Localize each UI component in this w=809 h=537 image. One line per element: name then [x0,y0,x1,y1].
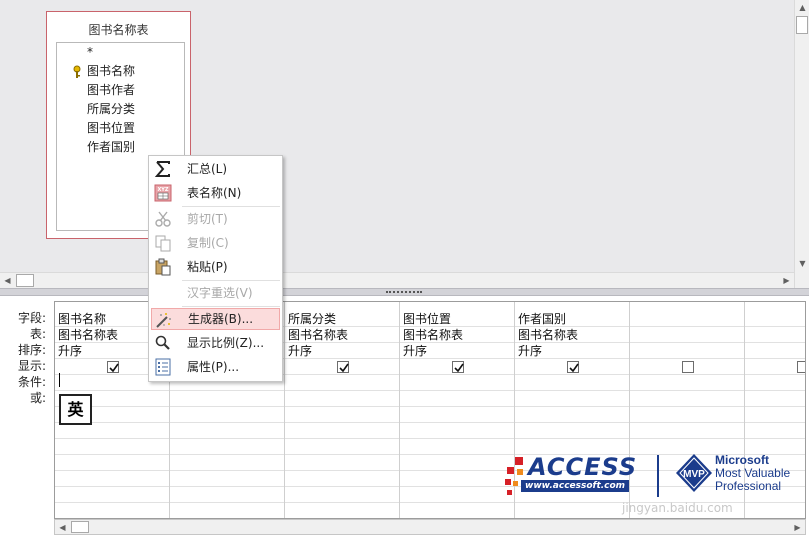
cell-field[interactable]: 图书名称 [58,311,106,327]
cell-table[interactable]: 图书名称表 [518,327,578,343]
site-watermark: jingyan.baidu.com [622,501,733,515]
scroll-up-arrow-icon[interactable]: ▲ [795,0,809,15]
show-checkbox[interactable] [682,361,694,373]
logo-divider [657,455,659,497]
checkmark-icon [339,363,349,373]
menu-item-label: 显示比例(Z)... [187,336,265,350]
field-item-book-name[interactable]: 图书名称 [87,63,135,79]
menu-item-label: 剪切(T) [187,212,228,226]
row-label-field: 字段: [17,311,46,325]
scroll-down-arrow-icon[interactable]: ▼ [795,256,809,271]
checkmark-icon [454,363,464,373]
menu-item-paste[interactable]: 粘贴(P) [151,256,280,278]
cell-field[interactable]: 图书位置 [403,311,451,327]
menu-item-copy[interactable]: 复制(C) [151,232,280,254]
grid-hscroll-thumb[interactable] [71,521,89,533]
builder-wand-icon [156,313,171,328]
cell-sort[interactable]: 升序 [58,343,82,359]
text-caret [59,373,60,387]
menu-item-table-names[interactable]: XYZ 表名称(N) [151,182,280,204]
upper-hscroll-thumb[interactable] [16,274,34,287]
menu-item-label: 汉字重选(V) [187,286,253,300]
cell-field[interactable]: 所属分类 [288,311,336,327]
checkmark-icon [569,363,579,373]
ime-mode-indicator[interactable]: 英 [59,394,92,425]
paste-icon [155,258,171,276]
splitter-grip-icon[interactable] [386,291,422,293]
menu-item-label: 生成器(B)... [188,312,254,326]
menu-item-label: 表名称(N) [187,186,242,200]
menu-item-builder[interactable]: 生成器(B)... [151,308,280,330]
cell-sort[interactable]: 升序 [403,343,427,359]
key-icon [73,65,81,78]
copy-icon [155,235,171,252]
logo-brand-text: ACCESS [528,453,638,481]
row-label-table: 表: [29,327,46,341]
pane-splitter[interactable] [0,288,809,296]
query-design-upper-pane: 图书名称表 * 图书名称 图书作者 所属分类 图书位置 作者国别 ◀ ▶ ▲ ▼ [0,0,809,288]
context-menu[interactable]: 汇总(L) XYZ 表名称(N) 剪切(T) 复制(C) 粘贴(P) 汉字重选(… [148,155,283,382]
menu-item-reconvert[interactable]: 汉字重选(V) [151,282,280,304]
menu-item-label: 粘贴(P) [187,260,228,274]
checkmark-icon [109,363,119,373]
zoom-magnifier-icon [155,335,170,350]
table-window-title[interactable]: 图书名称表 [47,21,190,38]
table-names-icon: XYZ [154,184,172,202]
accessoft-logo: ACCESS www.accessoft.com MVP Microsoft M… [503,453,803,501]
menu-item-cut[interactable]: 剪切(T) [151,208,280,230]
upper-vertical-scrollbar[interactable]: ▲ ▼ [794,0,809,288]
row-label-show: 显示: [17,359,46,373]
mvp-badge-icon: MVP [676,454,712,492]
show-checkbox[interactable] [797,361,805,373]
svg-text:XYZ: XYZ [157,187,168,193]
show-checkbox[interactable] [567,361,579,373]
mvp-badge-text: MVP [683,469,705,480]
menu-item-label: 汇总(L) [187,162,228,176]
scroll-right-arrow-icon[interactable]: ▶ [779,273,794,288]
scroll-left-arrow-icon[interactable]: ◀ [55,520,70,535]
row-label-criteria: 条件: [17,375,46,389]
field-item-all[interactable]: * [87,44,93,60]
cell-table[interactable]: 图书名称表 [288,327,348,343]
show-checkbox[interactable] [452,361,464,373]
row-label-or: 或: [29,391,46,405]
grid-horizontal-scrollbar[interactable]: ◀ ▶ [54,519,806,535]
upper-horizontal-scrollbar[interactable]: ◀ ▶ [0,272,794,288]
cell-table[interactable]: 图书名称表 [403,327,463,343]
menu-separator [182,280,280,281]
cell-sort[interactable]: 升序 [288,343,312,359]
menu-item-properties[interactable]: 属性(P)... [151,356,280,378]
menu-item-totals[interactable]: 汇总(L) [151,158,280,180]
menu-separator [182,206,280,207]
mvp-line-professional: Professional [715,479,782,493]
menu-separator [182,306,280,307]
cell-sort[interactable]: 升序 [518,343,542,359]
cell-field[interactable]: 作者国别 [518,311,566,327]
mvp-text-block: Microsoft Most Valuable Professional [715,454,790,493]
menu-item-label: 复制(C) [187,236,229,250]
field-item-author-country[interactable]: 作者国别 [87,139,135,155]
show-checkbox[interactable] [107,361,119,373]
sigma-icon [154,161,170,177]
menu-item-label: 属性(P)... [187,360,240,374]
scissors-icon [155,211,171,227]
menu-item-zoom[interactable]: 显示比例(Z)... [151,332,280,354]
row-label-sort: 排序: [17,343,46,357]
show-checkbox[interactable] [337,361,349,373]
scroll-right-arrow-icon[interactable]: ▶ [790,520,805,535]
cell-table[interactable]: 图书名称表 [58,327,118,343]
field-item-location[interactable]: 图书位置 [87,120,135,136]
properties-sheet-icon [155,358,171,376]
upper-vscroll-thumb[interactable] [796,16,808,34]
logo-url-text: www.accessoft.com [521,480,630,492]
field-item-category[interactable]: 所属分类 [87,101,135,117]
scroll-left-arrow-icon[interactable]: ◀ [0,273,15,288]
field-item-author[interactable]: 图书作者 [87,82,135,98]
